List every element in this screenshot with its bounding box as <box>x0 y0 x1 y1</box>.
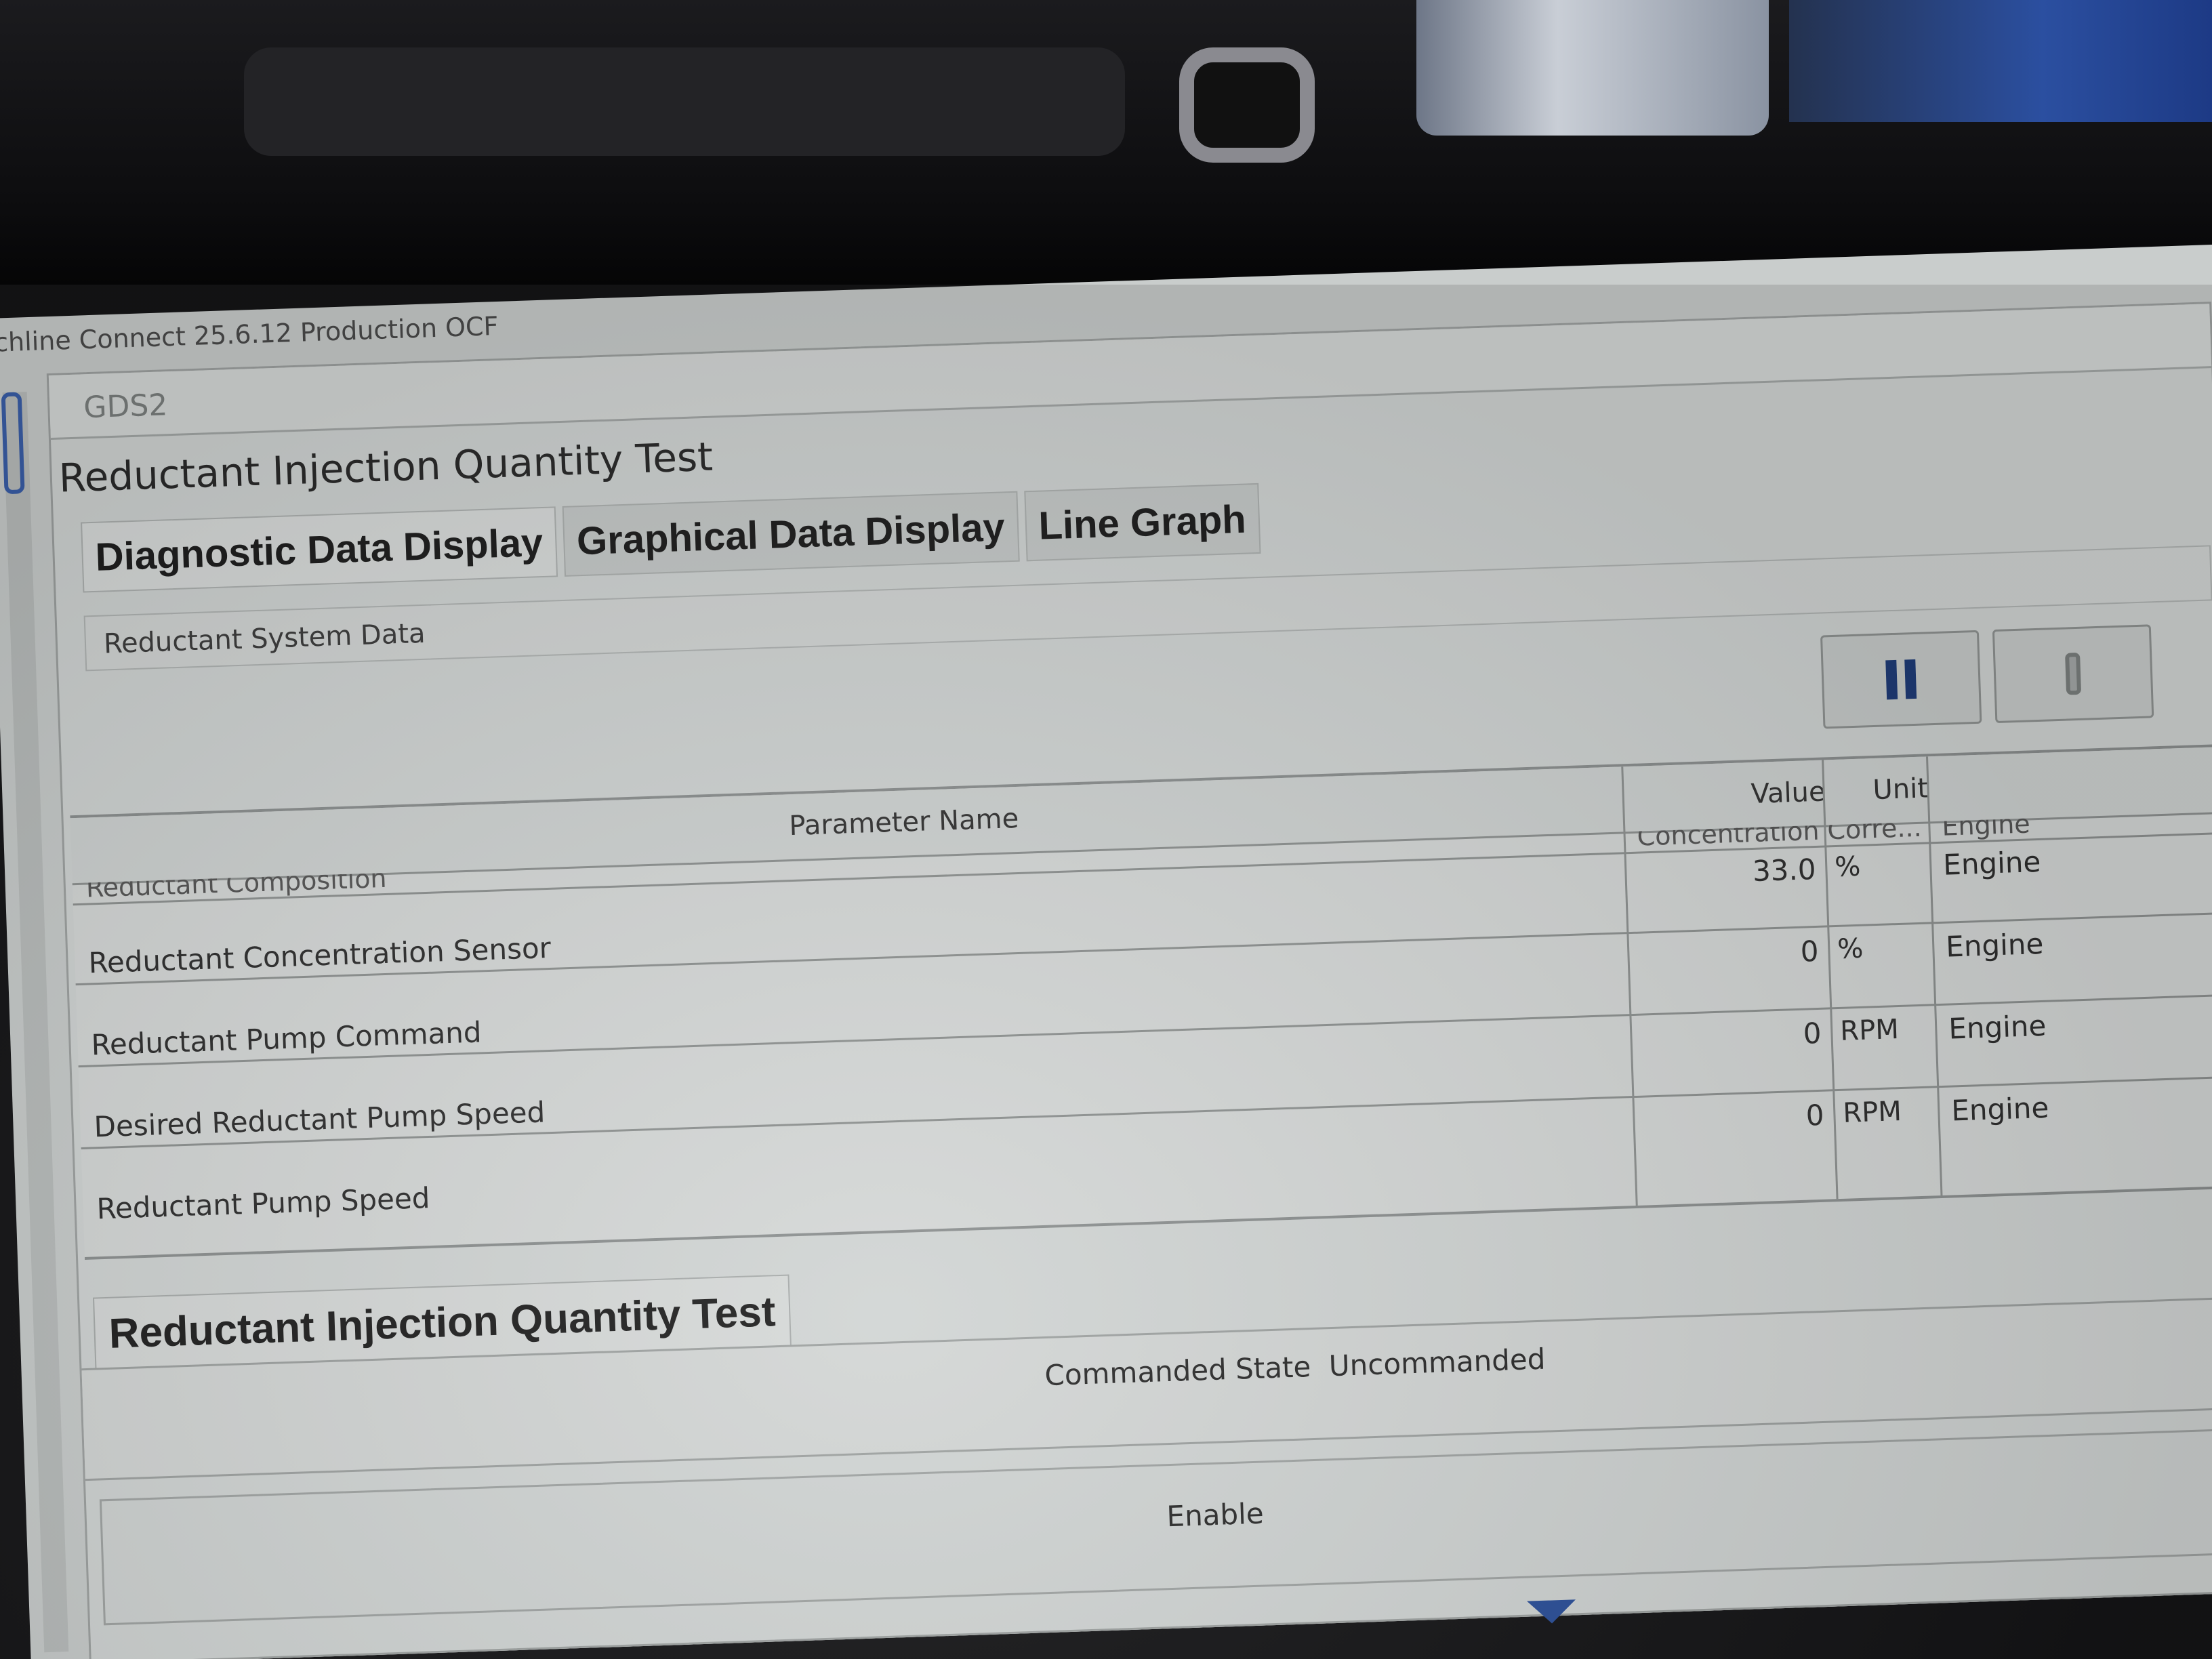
parameter-unit: % <box>1834 851 1862 884</box>
grip-icon <box>2065 652 2082 695</box>
parameter-name: Reductant Pump Command <box>90 1015 483 1062</box>
pause-button[interactable] <box>1820 630 1982 729</box>
background-door-handle <box>1179 47 1315 163</box>
pause-icon <box>1885 659 1917 700</box>
parameter-unit: RPM <box>1842 1095 1902 1129</box>
column-header-parameter-name[interactable]: Parameter Name <box>789 803 1019 842</box>
laptop-screen: chline Connect 25.6.12 Production OCF GD… <box>0 244 2212 1659</box>
column-header-unit[interactable]: Unit <box>1872 773 1929 806</box>
data-table: Parameter Name Value Unit Reductant Comp… <box>70 743 2212 1260</box>
background-scene <box>0 0 2212 285</box>
parameter-value: 0 <box>1805 1098 1825 1132</box>
parameter-system: Engine <box>1948 1008 2047 1046</box>
section-title: Reductant System Data <box>103 617 426 660</box>
enable-label: Enable <box>1166 1496 1265 1534</box>
tab-line-graph[interactable]: Line Graph <box>1023 483 1261 562</box>
page-title: Reductant Injection Quantity Test <box>58 433 714 501</box>
parameter-name: Reductant Pump Speed <box>96 1181 431 1226</box>
parameter-system: Engine <box>1950 1090 2050 1128</box>
parameter-value: 0 <box>1802 1016 1822 1050</box>
tab-bar: Diagnostic Data Display Graphical Data D… <box>81 483 1261 593</box>
column-header-value[interactable]: Value <box>1750 776 1826 810</box>
photo-stage: chline Connect 25.6.12 Production OCF GD… <box>0 0 2212 1659</box>
commanded-state-label: Commanded State <box>1044 1350 1312 1393</box>
rail-button[interactable] <box>1 392 25 495</box>
chevron-down-icon[interactable] <box>1527 1599 1577 1624</box>
app-name: GDS2 <box>83 388 169 426</box>
grip-button[interactable] <box>1992 624 2154 724</box>
background-blue-object <box>1789 0 2212 122</box>
commanded-state: Commanded State Uncommanded <box>1044 1343 1546 1392</box>
main-panel: GDS2 Reductant Injection Quantity Test D… <box>46 302 2212 1659</box>
background-dashboard <box>244 47 1125 156</box>
parameter-system: Engine <box>1945 926 2045 964</box>
parameter-unit: RPM <box>1839 1014 1900 1047</box>
parameter-value: 0 <box>1799 934 1820 968</box>
parameter-value: 33.0 <box>1752 852 1817 888</box>
parameter-system: Engine <box>1942 844 2042 882</box>
tab-diagnostic-data-display[interactable]: Diagnostic Data Display <box>81 506 558 593</box>
commanded-state-value: Uncommanded <box>1328 1342 1547 1383</box>
window-title: chline Connect 25.6.12 Production OCF <box>0 310 499 358</box>
tab-graphical-data-display[interactable]: Graphical Data Display <box>562 491 1020 577</box>
background-window <box>1416 0 1769 136</box>
parameter-unit: % <box>1837 933 1864 965</box>
